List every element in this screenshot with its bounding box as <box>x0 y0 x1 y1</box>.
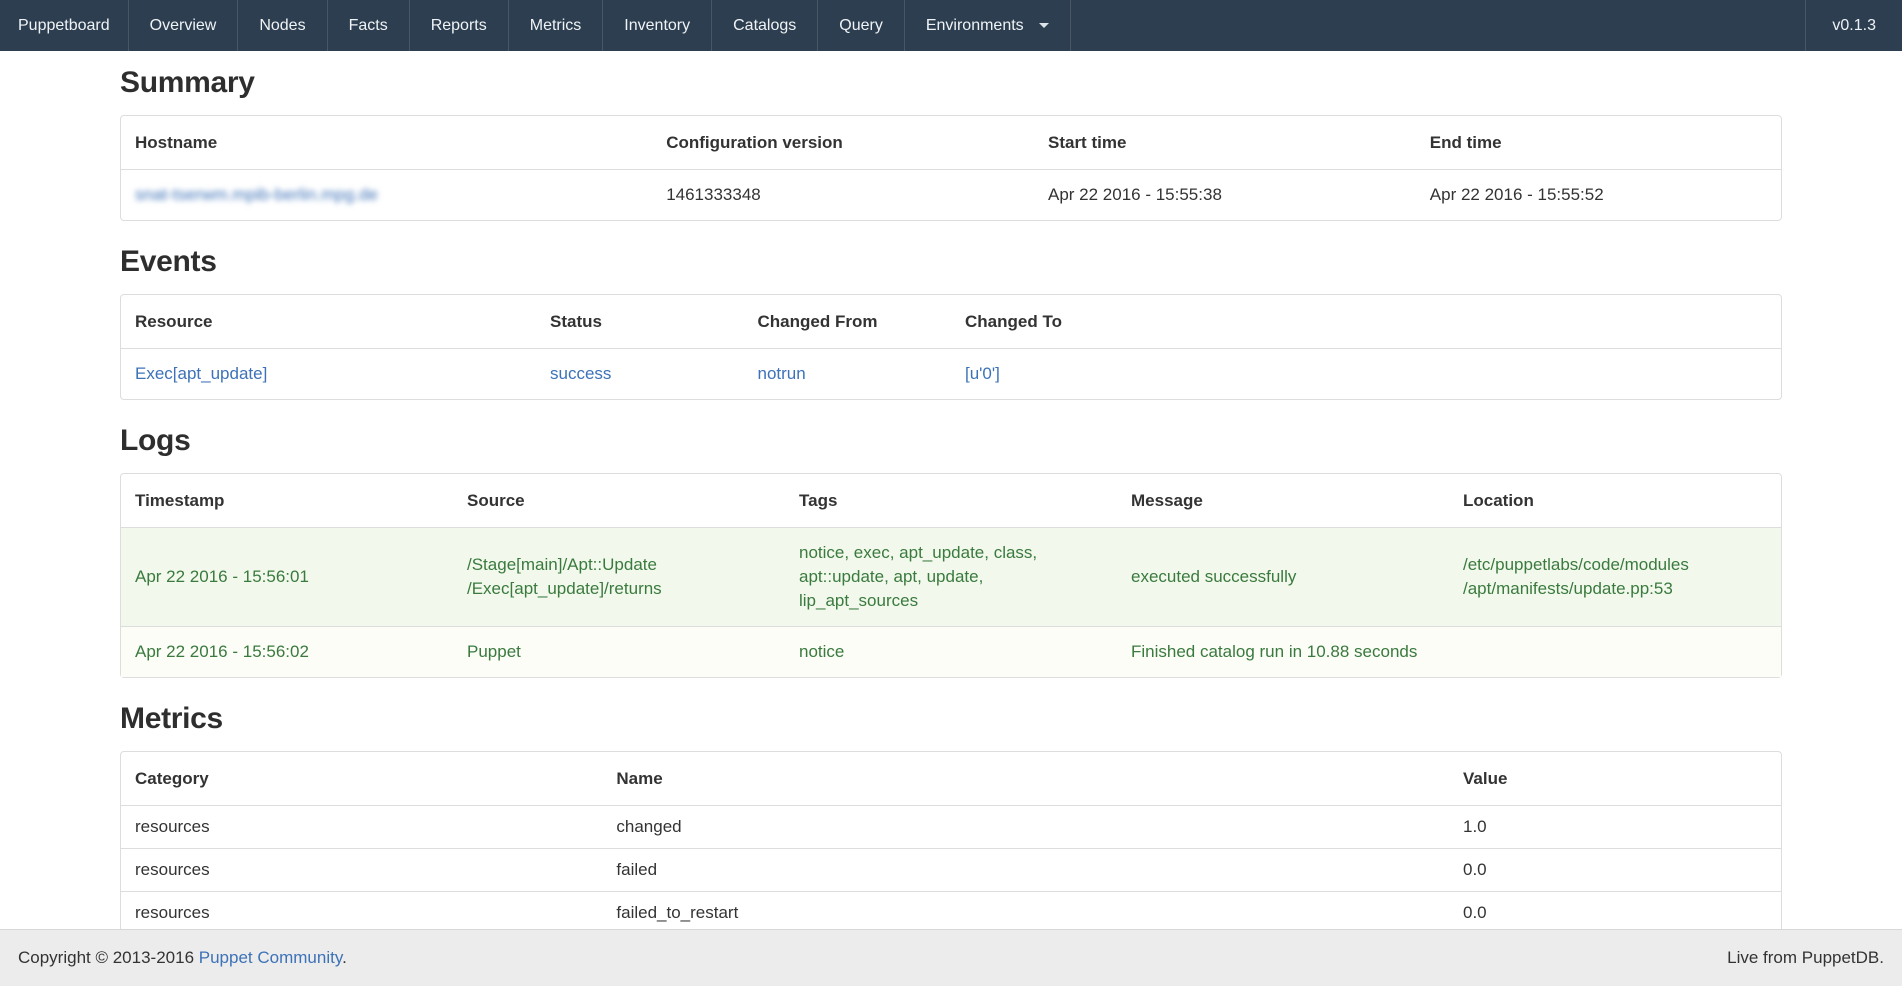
environments-dropdown[interactable]: Environments <box>905 0 1071 51</box>
environments-dropdown-label: Environments <box>926 17 1024 34</box>
log-timestamp: Apr 22 2016 - 15:56:02 <box>121 627 453 678</box>
logs-col-tags: Tags <box>785 474 1117 528</box>
version-label: v0.1.3 <box>1805 0 1902 51</box>
metric-value: 0.0 <box>1449 849 1781 892</box>
summary-col-config-version: Configuration version <box>652 116 1034 170</box>
nav-item-reports[interactable]: Reports <box>410 0 509 51</box>
logs-col-timestamp: Timestamp <box>121 474 453 528</box>
event-changed-to-link[interactable]: [u'0'] <box>965 364 1000 383</box>
log-timestamp: Apr 22 2016 - 15:56:01 <box>121 528 453 627</box>
metrics-section: Metrics Category Name Value resources ch… <box>120 702 1782 935</box>
log-tags: notice <box>785 627 1117 678</box>
page-footer: Copyright © 2013-2016 Puppet Community. … <box>0 929 1902 986</box>
nav-item-facts[interactable]: Facts <box>328 0 410 51</box>
config-version-value: 1461333348 <box>652 170 1034 221</box>
logs-col-location: Location <box>1449 474 1781 528</box>
top-navbar: Puppetboard Overview Nodes Facts Reports… <box>0 0 1902 51</box>
event-status-link[interactable]: success <box>550 364 611 383</box>
summary-col-start-time: Start time <box>1034 116 1416 170</box>
logs-heading: Logs <box>120 424 1782 458</box>
table-row: Apr 22 2016 - 15:56:02 Puppet notice Fin… <box>121 627 1781 678</box>
summary-col-hostname: Hostname <box>121 116 652 170</box>
event-changed-from-link[interactable]: notrun <box>758 364 806 383</box>
metric-name: changed <box>602 806 1449 849</box>
log-source: Puppet <box>453 627 785 678</box>
events-col-changed-to: Changed To <box>951 295 1781 349</box>
hostname-link[interactable]: snat-tserwm.mpib-berlin.mpg.de <box>135 185 378 204</box>
table-row: Exec[apt_update] success notrun [u'0'] <box>121 349 1781 400</box>
logs-col-source: Source <box>453 474 785 528</box>
metric-category: resources <box>121 806 602 849</box>
summary-table: Hostname Configuration version Start tim… <box>121 116 1781 220</box>
nav-item-inventory[interactable]: Inventory <box>603 0 712 51</box>
metric-name: failed <box>602 849 1449 892</box>
table-row: resources changed 1.0 <box>121 806 1781 849</box>
metric-value: 0.0 <box>1449 892 1781 935</box>
metric-category: resources <box>121 849 602 892</box>
caret-down-icon <box>1039 23 1049 28</box>
summary-col-end-time: End time <box>1416 116 1781 170</box>
log-message: executed successfully <box>1117 528 1449 627</box>
summary-section: Summary Hostname Configuration version S… <box>120 66 1782 221</box>
nav-item-metrics[interactable]: Metrics <box>509 0 604 51</box>
copyright-suffix: . <box>342 948 347 967</box>
main-content: Summary Hostname Configuration version S… <box>120 66 1782 935</box>
log-location <box>1449 627 1781 678</box>
copyright-prefix: Copyright © 2013-2016 <box>18 948 199 967</box>
metrics-table: Category Name Value resources changed 1.… <box>121 752 1781 934</box>
nav-item-query[interactable]: Query <box>818 0 905 51</box>
events-heading: Events <box>120 245 1782 279</box>
log-source: /Stage[main]/Apt::Update /Exec[apt_updat… <box>453 528 785 627</box>
puppetdb-status-text: Live from PuppetDB. <box>1727 948 1884 968</box>
table-row: resources failed_to_restart 0.0 <box>121 892 1781 935</box>
metrics-col-category: Category <box>121 752 602 806</box>
events-section: Events Resource Status Changed From Chan… <box>120 245 1782 400</box>
events-col-resource: Resource <box>121 295 536 349</box>
nav-item-nodes[interactable]: Nodes <box>238 0 327 51</box>
event-resource-link[interactable]: Exec[apt_update] <box>135 364 267 383</box>
nav-item-catalogs[interactable]: Catalogs <box>712 0 818 51</box>
table-row: snat-tserwm.mpib-berlin.mpg.de 146133334… <box>121 170 1781 221</box>
copyright-text: Copyright © 2013-2016 Puppet Community. <box>18 948 347 968</box>
nav-item-overview[interactable]: Overview <box>129 0 239 51</box>
start-time-value: Apr 22 2016 - 15:55:38 <box>1034 170 1416 221</box>
table-row: Apr 22 2016 - 15:56:01 /Stage[main]/Apt:… <box>121 528 1781 627</box>
logs-table: Timestamp Source Tags Message Location A… <box>121 474 1781 677</box>
log-tags: notice, exec, apt_update, class, apt::up… <box>785 528 1117 627</box>
log-message: Finished catalog run in 10.88 seconds <box>1117 627 1449 678</box>
end-time-value: Apr 22 2016 - 15:55:52 <box>1416 170 1781 221</box>
metrics-heading: Metrics <box>120 702 1782 736</box>
summary-table-wrap: Hostname Configuration version Start tim… <box>120 115 1782 221</box>
metric-value: 1.0 <box>1449 806 1781 849</box>
metrics-col-value: Value <box>1449 752 1781 806</box>
logs-section: Logs Timestamp Source Tags Message Locat… <box>120 424 1782 678</box>
events-table: Resource Status Changed From Changed To … <box>121 295 1781 399</box>
metric-category: resources <box>121 892 602 935</box>
metric-name: failed_to_restart <box>602 892 1449 935</box>
logs-table-wrap: Timestamp Source Tags Message Location A… <box>120 473 1782 678</box>
log-location: /etc/puppetlabs/code/modules /apt/manife… <box>1449 528 1781 627</box>
logs-col-message: Message <box>1117 474 1449 528</box>
navbar-right: v0.1.3 <box>1805 0 1902 51</box>
events-table-wrap: Resource Status Changed From Changed To … <box>120 294 1782 400</box>
metrics-table-wrap: Category Name Value resources changed 1.… <box>120 751 1782 935</box>
events-col-status: Status <box>536 295 744 349</box>
table-row: resources failed 0.0 <box>121 849 1781 892</box>
events-col-changed-from: Changed From <box>744 295 952 349</box>
summary-heading: Summary <box>120 66 1782 100</box>
brand-puppetboard[interactable]: Puppetboard <box>0 0 129 51</box>
puppet-community-link[interactable]: Puppet Community <box>199 948 342 967</box>
metrics-col-name: Name <box>602 752 1449 806</box>
